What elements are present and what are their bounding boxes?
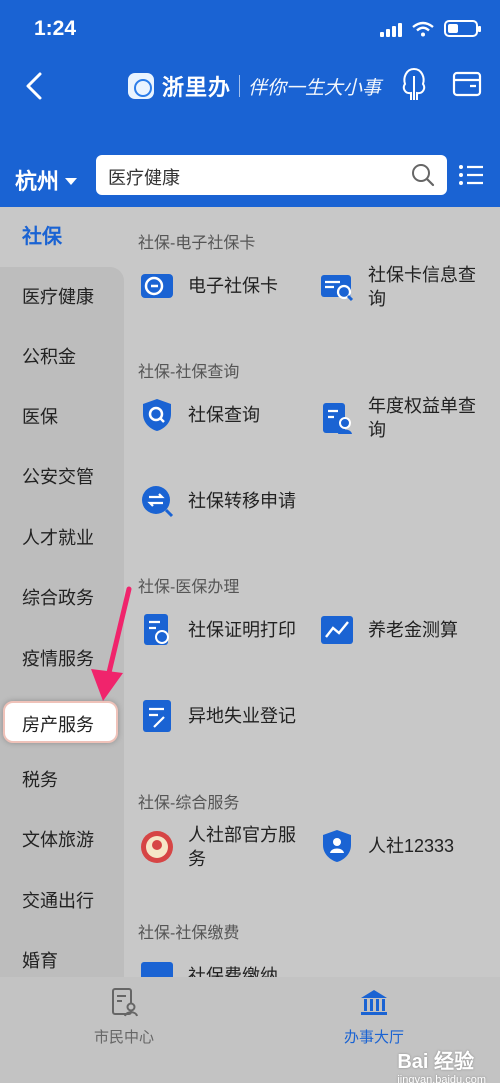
service-label: 异地失业登记 [188,706,296,726]
card-search-icon [321,275,354,302]
form-icon [143,700,171,732]
sidebar-item-traffic-police[interactable]: 公安交管 [0,447,124,507]
pointer-arrow-icon [91,586,132,701]
watermark-main: Bai 经验 [397,1051,475,1073]
wallet-icon[interactable] [452,70,482,98]
certificate-icon [144,614,169,645]
tab-citizen-center[interactable]: 市民中心 [54,987,194,1047]
watermark-sub: jingyan.baidu.com [397,1074,486,1083]
service-label: 社保查询 [188,405,260,425]
city-label: 杭州 [15,169,60,194]
service-si-query[interactable]: 社保查询 [140,398,260,432]
tab-label: 市民中心 [93,1029,154,1046]
shield-user-icon [323,830,351,862]
service-label: 养老金测算 [368,620,458,640]
back-icon[interactable] [20,68,50,104]
search-input[interactable]: 医疗健康 [96,155,447,195]
document-person-icon [112,988,138,1017]
nav-bar: 浙里办 伴你一生大小事 [0,58,500,118]
brand: 浙里办 伴你一生大小事 [128,70,381,102]
sidebar-item-tax[interactable]: 税务 [0,750,124,810]
service-label: 社保卡信息查 询 [368,265,476,309]
tab-service-hall[interactable]: 办事大厅 [304,987,444,1047]
watermark: Bai 经验 jingyan.baidu.com [397,1045,486,1083]
caret-down-icon [65,177,78,185]
service-pension-calc[interactable]: 养老金测算 [320,613,458,647]
brand-name: 浙里办 [162,75,232,100]
payment-icon [141,962,173,977]
sidebar-item-employment[interactable]: 人才就业 [0,508,124,568]
service-card-query[interactable]: 社保卡信息查 询 [320,263,476,311]
sidebar-item-social-security[interactable]: 社保 [0,207,124,267]
sidebar-item-medical-insurance[interactable]: 医保 [0,387,124,447]
service-12333[interactable]: 人社12333 [320,829,454,863]
wifi-icon [412,21,434,36]
service-certificate-print[interactable]: 社保证明打印 [140,613,296,647]
service-unemployment[interactable]: 异地失业登记 [140,699,296,733]
section-title: 社保-综合服务 [138,795,240,812]
service-label: 人社12333 [368,836,455,856]
emblem-icon [141,831,173,863]
service-e-card[interactable]: 电子社保卡 [140,269,278,303]
search-value: 医疗健康 [108,168,180,188]
tab-label: 办事大厅 [343,1029,404,1046]
city-selector[interactable]: 杭州 [15,164,78,196]
status-bar: 1:24 [0,0,500,58]
service-label: 社保证明打印 [188,620,296,640]
brand-logo-icon [128,73,154,99]
app-header: 1:24 浙里办 伴你一生大小事 杭州 医疗健康 [0,0,500,207]
service-label: 电子社保卡 [188,276,278,296]
section-title: 社保-社保缴费 [138,925,240,942]
service-label: 社保转移申请 [188,491,296,511]
service-label: 人社部官方服 务 [188,825,296,869]
building-icon [361,990,387,1015]
brand-slogan: 伴你一生大小事 [248,76,382,99]
service-annual-statement[interactable]: 年度权益单查 询 [320,394,476,442]
service-list: 社保-电子社保卡 电子社保卡 社保卡信息查 询 社保-社保查询 社保查询 年度权… [124,207,500,977]
service-label: 年度权益单查 询 [368,396,476,440]
sidebar-item-transport[interactable]: 交通出行 [0,871,124,931]
brand-divider [239,75,241,97]
social-card-icon [141,274,173,298]
shield-search-icon [143,399,171,431]
bottom-tab-bar: 市民中心 办事大厅 Bai 经验 jingyan.baidu.com [0,977,500,1083]
signal-icon [380,21,402,37]
line-chart-icon [321,616,353,644]
search-icon[interactable] [411,163,435,187]
service-label: 社保费缴纳 [188,966,278,977]
service-transfer[interactable]: 社保转移申请 [140,484,296,518]
search-row: 杭州 医疗健康 [0,150,500,207]
section-title: 社保-电子社保卡 [138,235,256,252]
status-indicators [380,20,481,37]
tree-icon[interactable] [396,66,432,102]
document-user-icon [323,403,352,434]
battery-icon [444,20,481,37]
sidebar-item-real-estate[interactable]: 房产服务 [3,701,118,743]
section-title: 社保-医保办理 [138,579,240,596]
sidebar-item-housing-fund[interactable]: 公积金 [0,327,124,387]
status-time: 1:24 [34,17,77,40]
transfer-icon [142,486,174,518]
section-title: 社保-社保查询 [138,364,240,381]
list-menu-icon[interactable] [458,163,484,187]
service-mohrss-official[interactable]: 人社部官方服 务 [140,823,296,871]
sidebar-item-label: 房产服务 [22,715,94,735]
sidebar-item-medical[interactable]: 医疗健康 [0,267,124,327]
sidebar-item-culture-tourism[interactable]: 文体旅游 [0,810,124,870]
service-payment[interactable]: 社保费缴纳 [140,959,278,977]
